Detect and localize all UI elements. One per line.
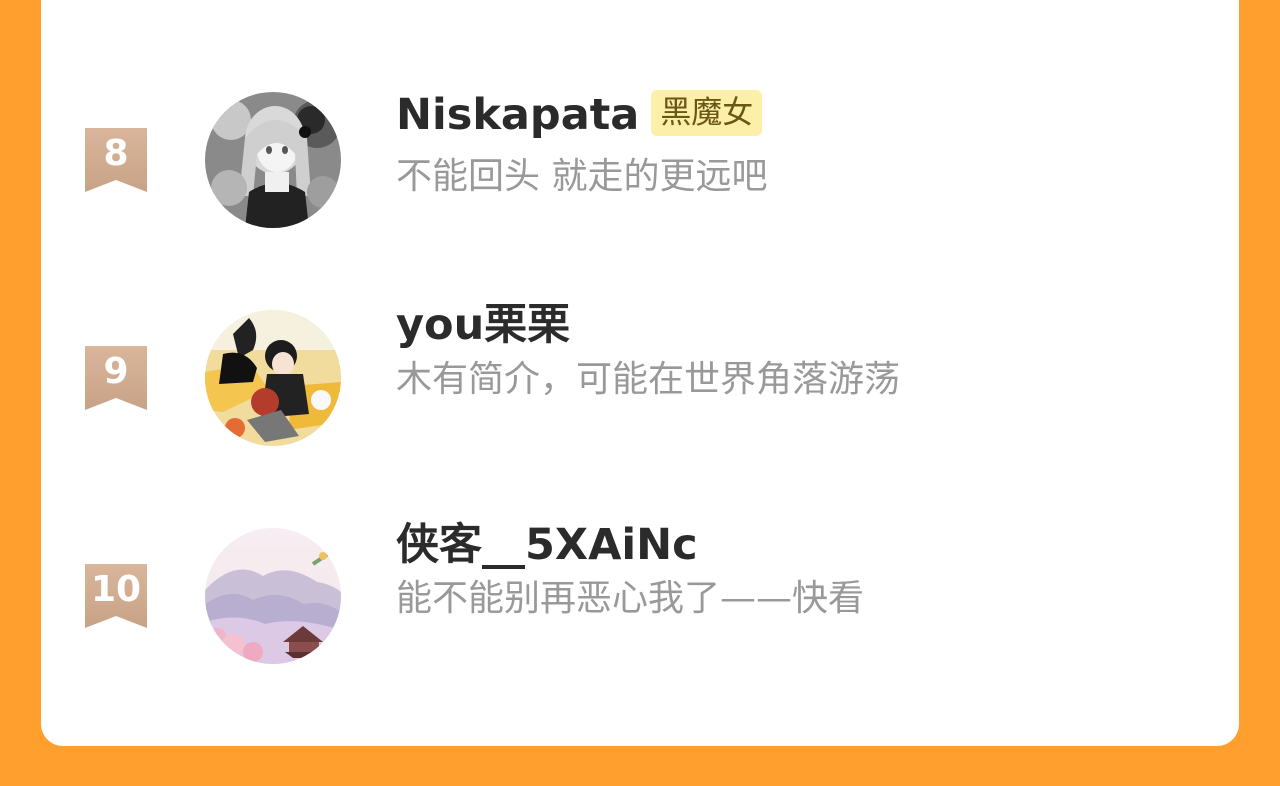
user-name-text: you栗栗: [396, 300, 571, 350]
user-name[interactable]: you栗栗: [396, 300, 570, 350]
rank-badge: 10: [85, 564, 147, 628]
user-bio: 能不能别再恶心我了——快看: [396, 578, 865, 619]
rank-number: 8: [103, 133, 129, 174]
ranking-row[interactable]: 9 you栗栗 木有简介，可能在世界角落游荡: [41, 300, 1239, 458]
user-name[interactable]: 侠客__5XAiNc: [396, 520, 698, 570]
anime-boy-avatar-icon: [205, 310, 341, 446]
user-name[interactable]: Niskapata 黑魔女: [396, 90, 763, 140]
user-name-text: 侠客__5XAiNc: [396, 520, 698, 570]
rank-badge: 8: [85, 128, 147, 192]
ranking-row[interactable]: 10 侠客__5XAiNc 能不能别再恶心我了——快看: [41, 520, 1239, 676]
chinese-landscape-avatar-icon: [205, 528, 341, 664]
user-avatar[interactable]: [205, 528, 341, 664]
user-title-badge: 黑魔女: [651, 90, 763, 136]
user-bio: 木有简介，可能在世界角落游荡: [396, 359, 901, 400]
ranking-row[interactable]: 8 Niskapata 黑魔女 不能回头 就走的更远吧: [41, 90, 1239, 240]
user-avatar[interactable]: [205, 92, 341, 228]
user-name-text: Niskapata: [396, 90, 640, 140]
gothic-doll-avatar-icon: [205, 92, 341, 228]
rank-number: 9: [103, 351, 129, 392]
user-avatar[interactable]: [205, 310, 341, 446]
ranking-card: 8 Niskapata 黑魔女 不能回头 就走的更远吧 9 you栗栗 木有简介…: [41, 0, 1239, 746]
rank-badge: 9: [85, 346, 147, 410]
rank-number: 10: [90, 569, 142, 610]
user-bio: 不能回头 就走的更远吧: [396, 156, 768, 197]
